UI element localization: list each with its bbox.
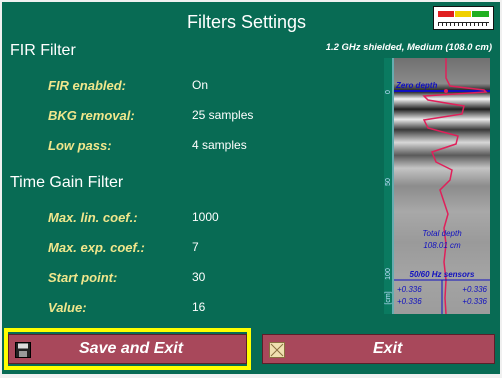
sensor-value-4: +0.336 [462,297,487,306]
depth-tick-50: 50 [385,178,392,186]
sensor-value-1: +0.336 [397,285,422,294]
fir-filter-heading: FIR Filter [10,42,76,59]
start-point-value[interactable]: 30 [192,270,205,284]
depth-axis: 0 50 100 [cm] [384,58,394,314]
depth-tick-0: 0 [385,90,392,94]
fir-enabled-label: FIR enabled: [48,78,127,93]
battery-level-icon [433,6,494,30]
start-point-label: Start point: [48,270,118,285]
total-depth-value: 108.01 cm [423,241,461,250]
antenna-info: 1.2 GHz shielded, Medium (108.0 cm) [325,42,492,53]
value-label: Value: [48,300,87,315]
max-exp-coef-label: Max. exp. coef.: [48,240,145,255]
floppy-disk-icon [15,342,31,358]
exit-button[interactable]: Exit [262,334,495,364]
bkg-removal-value[interactable]: 25 samples [192,108,253,122]
low-pass-label: Low pass: [48,138,112,153]
max-lin-coef-value[interactable]: 1000 [192,210,219,224]
bkg-removal-label: BKG removal: [48,108,135,123]
value-value[interactable]: 16 [192,300,205,314]
low-pass-value[interactable]: 4 samples [192,138,247,152]
exit-label: Exit [373,340,403,357]
radargram-preview: Zero depth Total depth 108.01 cm 50/60 H… [394,58,490,314]
save-and-exit-label: Save and Exit [79,340,184,357]
sensor-value-3: +0.336 [397,297,422,306]
fir-enabled-value[interactable]: On [192,78,208,92]
max-exp-coef-value[interactable]: 7 [192,240,199,254]
sensors-label: 50/60 Hz sensors [410,270,475,279]
depth-axis-unit: [cm] [385,291,392,304]
max-lin-coef-label: Max. lin. coef.: [48,210,138,225]
page-title: Filters Settings [187,12,307,32]
time-gain-filter-heading: Time Gain Filter [10,174,124,191]
cross-box-icon [269,342,285,358]
save-and-exit-button[interactable]: Save and Exit [8,334,247,364]
depth-tick-100: 100 [385,268,392,280]
sensor-value-2: +0.336 [462,285,487,294]
zero-depth-label: Zero depth [395,81,437,90]
total-depth-label: Total depth [422,229,462,238]
filters-settings-screen: Filters Settings 1.2 GHz shielded, Mediu… [2,2,500,374]
